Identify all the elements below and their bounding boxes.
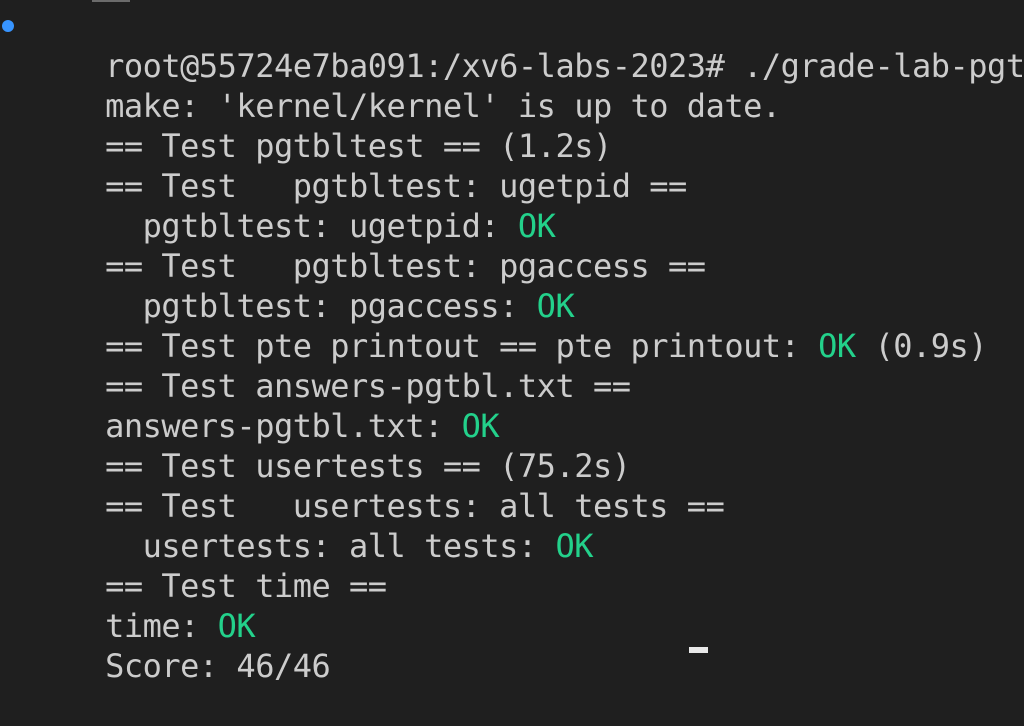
output-line: == Test pgtbltest: ugetpid == bbox=[30, 126, 687, 205]
output-line: == Test pte printout == pte printout: OK… bbox=[30, 286, 987, 365]
output-timing: (0.9s) bbox=[855, 327, 988, 365]
output-line: make: 'kernel/kernel' is up to date. bbox=[30, 46, 781, 125]
output-line: time: OK bbox=[30, 566, 256, 645]
output-line: answers-pgtbl.txt: OK bbox=[30, 366, 500, 445]
output-line: pgtbltest: pgaccess: OK bbox=[30, 246, 575, 325]
prompt-line: root@55724e7ba091:/xv6-labs-2023# ./grad… bbox=[30, 6, 1024, 85]
output-line: == Test pgtbltest == (1.2s) bbox=[30, 86, 612, 165]
terminal-cursor bbox=[689, 647, 708, 653]
output-line: == Test answers-pgtbl.txt == bbox=[30, 326, 631, 405]
output-line: pgtbltest: ugetpid: OK bbox=[30, 166, 556, 245]
output-line: == Test usertests: all tests == bbox=[30, 446, 725, 525]
output-line: == Test pgtbltest: pgaccess == bbox=[30, 206, 706, 285]
scrollbar-thumb[interactable] bbox=[92, 0, 130, 2]
output-line: usertests: all tests: OK bbox=[30, 486, 594, 565]
terminal-output[interactable]: root@55724e7ba091:/xv6-labs-2023# ./grad… bbox=[0, 0, 1024, 685]
ok-status: OK bbox=[818, 327, 856, 365]
output-line: == Test time == bbox=[30, 526, 387, 605]
ok-status: OK bbox=[555, 527, 593, 565]
command-decoration-icon[interactable] bbox=[2, 20, 14, 32]
output-line: == Test usertests == (75.2s) bbox=[30, 406, 631, 485]
output-line: Score: 46/46 bbox=[30, 606, 331, 685]
